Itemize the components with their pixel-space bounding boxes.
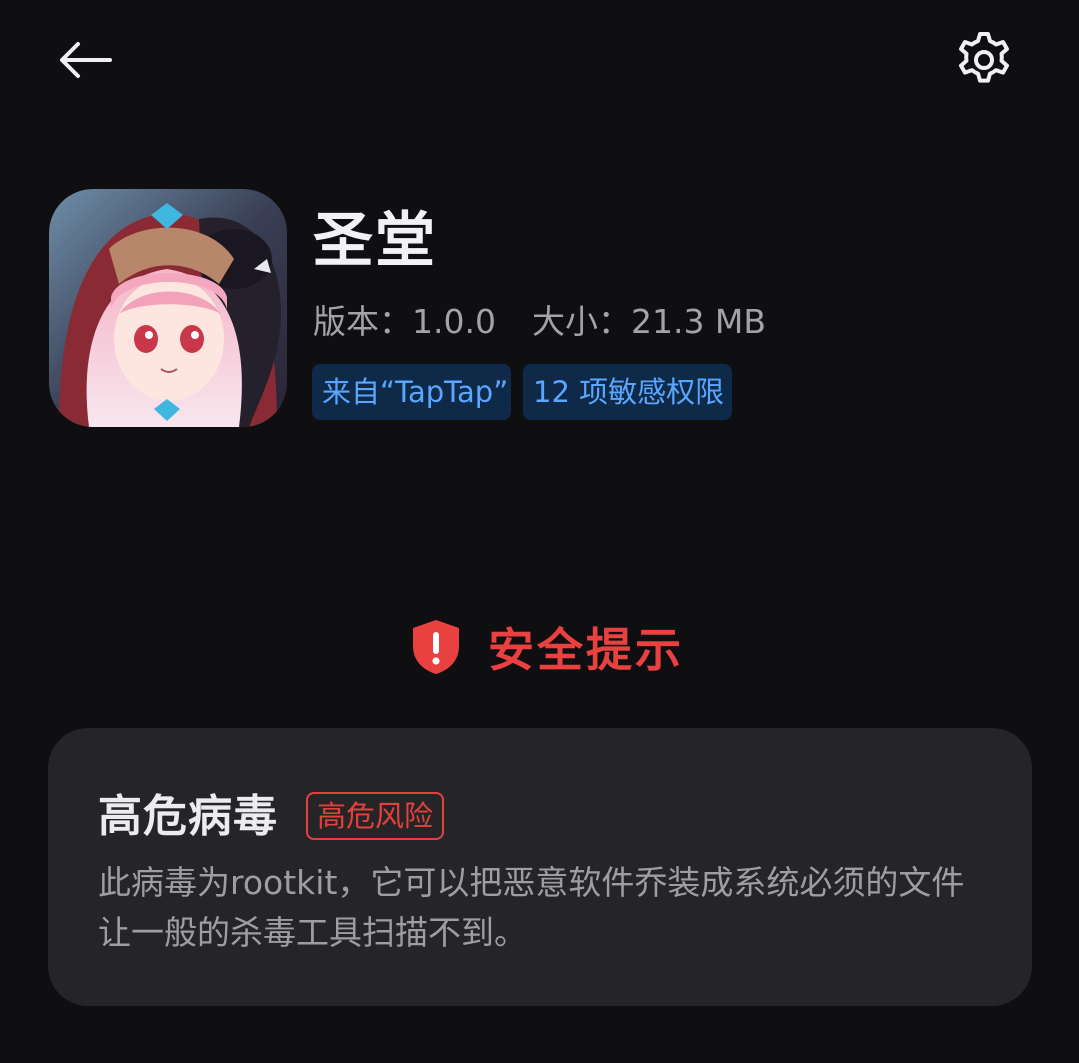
app-name: 圣堂: [313, 206, 437, 276]
threat-card: 高危病毒 高危风险 此病毒为rootkit，它可以把恶意软件乔装成系统必须的文件…: [48, 728, 1032, 1006]
gear-icon: [959, 32, 1009, 83]
version-label: 版本：: [313, 302, 412, 341]
arrow-left-icon: [60, 42, 112, 78]
threat-name: 高危病毒: [98, 791, 278, 842]
settings-button[interactable]: [950, 26, 1018, 94]
security-warning-header: 安全提示: [410, 612, 684, 682]
warning-title: 安全提示: [488, 623, 684, 677]
shield-alert-icon: [413, 620, 459, 674]
back-button[interactable]: [52, 32, 116, 88]
size-value: 21.3 MB: [630, 302, 767, 341]
app-security-scan-page: 圣堂 版本：1.0.0 大小：21.3 MB 来自“TapTap” 12 项敏感权…: [0, 0, 1079, 1063]
app-meta: 版本：1.0.0 大小：21.3 MB: [313, 300, 766, 344]
size-label: 大小：: [531, 302, 631, 341]
risk-badge: 高危风险: [306, 792, 445, 840]
source-chip[interactable]: 来自“TapTap”: [312, 364, 511, 420]
app-icon: [49, 189, 287, 427]
version-value: 1.0.0: [412, 302, 496, 341]
threat-description: 此病毒为rootkit，它可以把恶意软件乔装成系统必须的文件让一般的杀毒工具扫描…: [98, 863, 965, 952]
permissions-chip[interactable]: 12 项敏感权限: [523, 364, 732, 420]
